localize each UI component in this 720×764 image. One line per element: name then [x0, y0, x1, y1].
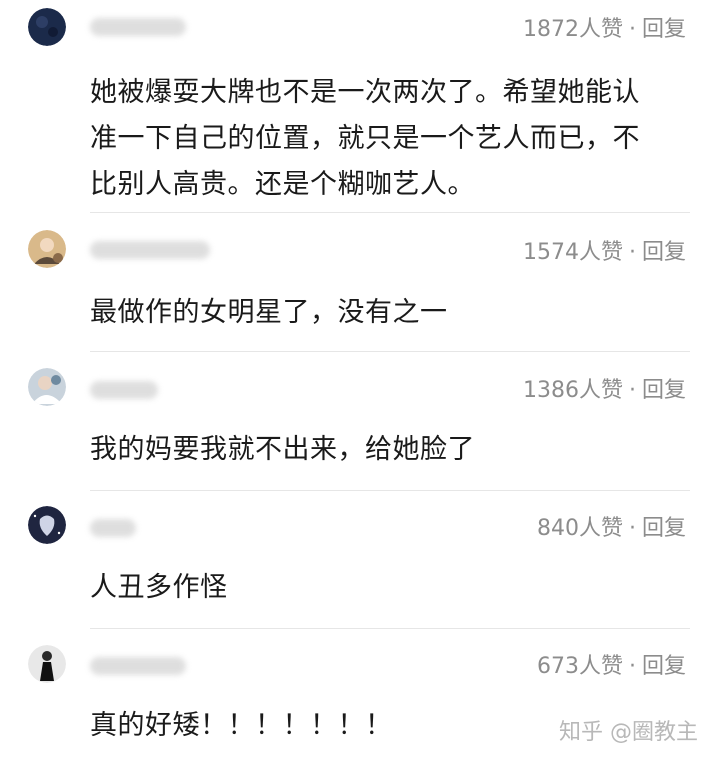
reply-button[interactable]: 回复: [642, 516, 686, 541]
reply-button[interactable]: 回复: [642, 240, 686, 265]
watermark: 知乎 @圈教主: [559, 720, 698, 745]
comment-meta: 840人赞 · 回复: [537, 515, 686, 543]
reply-button[interactable]: 回复: [642, 654, 686, 679]
username-blurred[interactable]: [90, 381, 158, 399]
comment-text-line: 准一下自己的位置，就只是一个艺人而已，不: [90, 123, 640, 154]
comment-divider: [90, 628, 690, 629]
comment-meta: 673人赞 · 回复: [537, 653, 686, 681]
user-avatar-icon: [28, 230, 66, 268]
avatar[interactable]: [28, 645, 66, 683]
meta-separator: ·: [628, 654, 636, 679]
like-count[interactable]: 1872人赞: [523, 17, 623, 42]
comment-text: 人丑多作怪: [90, 565, 690, 611]
avatar[interactable]: [28, 230, 66, 268]
user-avatar-icon: [28, 368, 66, 406]
meta-separator: ·: [628, 240, 636, 265]
comment-divider: [90, 212, 690, 213]
comment-text: 她被爆耍大牌也不是一次两次了。希望她能认 准一下自己的位置，就只是一个艺人而已，…: [90, 70, 690, 208]
like-count[interactable]: 673人赞: [537, 654, 623, 679]
reply-button[interactable]: 回复: [642, 378, 686, 403]
avatar[interactable]: [28, 368, 66, 406]
comment-divider: [90, 490, 690, 491]
user-avatar-icon: [28, 506, 66, 544]
username-blurred[interactable]: [90, 519, 136, 537]
comment-meta: 1574人赞 · 回复: [523, 239, 686, 267]
comment-text-line: 我的妈要我就不出来，给她脸了: [90, 434, 475, 465]
comment-text-line: 人丑多作怪: [90, 572, 228, 603]
comment-text: 最做作的女明星了，没有之一: [90, 290, 690, 336]
comment-text: 我的妈要我就不出来，给她脸了: [90, 427, 690, 473]
user-avatar-icon: [28, 8, 66, 46]
comment-text-line: 比别人高贵。还是个糊咖艺人。: [90, 169, 475, 200]
username-blurred[interactable]: [90, 241, 210, 259]
username-blurred[interactable]: [90, 657, 186, 675]
like-count[interactable]: 1574人赞: [523, 240, 623, 265]
comment-meta: 1872人赞 · 回复: [523, 16, 686, 44]
meta-separator: ·: [628, 516, 636, 541]
comment-text-line: 她被爆耍大牌也不是一次两次了。希望她能认: [90, 77, 640, 108]
avatar[interactable]: [28, 8, 66, 46]
comment-meta: 1386人赞 · 回复: [523, 377, 686, 405]
username-blurred[interactable]: [90, 18, 186, 36]
avatar[interactable]: [28, 506, 66, 544]
like-count[interactable]: 1386人赞: [523, 378, 623, 403]
meta-separator: ·: [628, 378, 636, 403]
meta-separator: ·: [628, 17, 636, 42]
comment-text-line: 最做作的女明星了，没有之一: [90, 297, 448, 328]
reply-button[interactable]: 回复: [642, 17, 686, 42]
like-count[interactable]: 840人赞: [537, 516, 623, 541]
user-avatar-icon: [28, 645, 66, 683]
comment-divider: [90, 351, 690, 352]
